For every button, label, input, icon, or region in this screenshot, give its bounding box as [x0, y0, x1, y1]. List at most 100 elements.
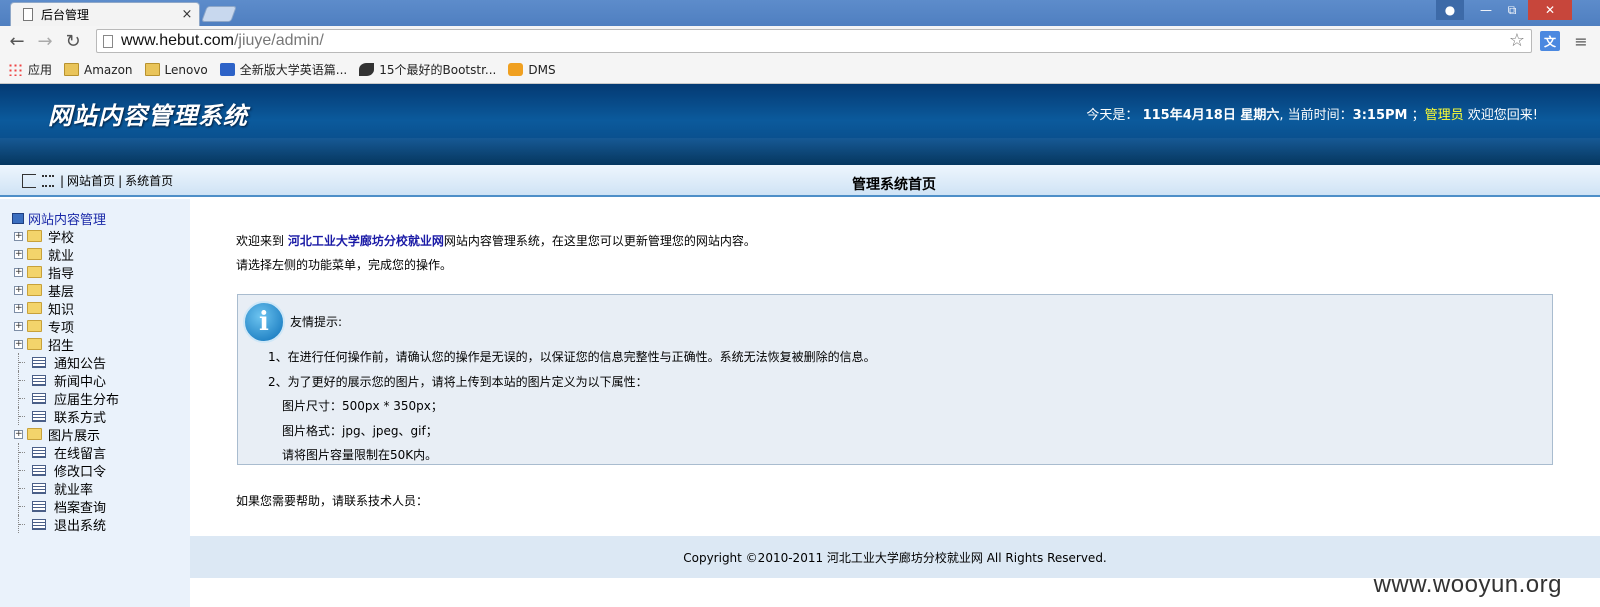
tree-line	[18, 443, 28, 461]
copyright-text: Copyright ©2010-2011 河北工业大学廊坊分校就业网 All R…	[683, 550, 1107, 565]
bookmarks-bar: 应用 Amazon Lenovo 全新版大学英语篇... 15个最好的Boots…	[0, 56, 1600, 84]
site-name-link[interactable]: 河北工业大学廊坊分校就业网	[288, 234, 444, 248]
close-icon[interactable]: ×	[179, 7, 195, 22]
expand-icon[interactable]: +	[14, 303, 23, 313]
tree-list: + 学校 + 就业 + 指导 + 基层 + 知识 + 专项 + 招生 通知公告 新闻中心 应届生分布 联系方式 + 图…	[14, 227, 120, 534]
folder-icon	[27, 320, 42, 332]
minimize-button[interactable]: —	[1474, 0, 1498, 20]
intro-prefix: 欢迎来到	[236, 234, 285, 248]
sidebar-item-label: 通知公告	[54, 356, 107, 372]
address-bar[interactable]: www.hebut.com/jiuye/admin/ ☆	[96, 29, 1532, 53]
expand-icon[interactable]: +	[14, 249, 23, 259]
new-tab-button[interactable]	[201, 6, 237, 22]
expand-icon[interactable]: +	[14, 321, 23, 331]
site-title: 网站内容管理系统	[48, 102, 248, 130]
back-icon[interactable]: ←	[6, 30, 28, 52]
sidebar-item[interactable]: + 学校	[14, 227, 119, 246]
list-icon[interactable]	[42, 174, 54, 187]
baidu-paw-icon	[219, 63, 235, 76]
bookmark-amazon[interactable]: Amazon	[64, 63, 133, 77]
tip-lines: 1、在进行任何操作前，请确认您的操作是无误的，以保证您的信息完整性与正确性。系统…	[268, 345, 876, 468]
help-text: 如果您需要帮助，请联系技术人员：	[236, 494, 429, 508]
computer-icon	[12, 213, 24, 224]
sidebar-item[interactable]: + 知识	[14, 299, 119, 318]
folder-icon	[27, 302, 42, 314]
sidebar-item-label: 图片展示	[48, 428, 101, 444]
current-time: 3:15PM	[1352, 108, 1408, 123]
system-home-link[interactable]: 系统首页	[125, 172, 173, 189]
sidebar-item[interactable]: + 就业	[14, 245, 119, 264]
translate-icon[interactable]: 文	[1540, 31, 1560, 51]
sidebar-item[interactable]: + 指导	[14, 263, 119, 282]
document-icon	[32, 356, 46, 368]
sidebar-item[interactable]: 联系方式	[14, 407, 119, 426]
page-icon	[23, 8, 33, 21]
sidebar-item[interactable]: 应届生分布	[14, 389, 120, 408]
expand-icon[interactable]: +	[14, 429, 23, 439]
sidebar: 网站内容管理 + 学校 + 就业 + 指导 + 基层 + 知识 + 专项 + 招生 通知公告 新闻中心 应届生分…	[0, 199, 190, 607]
bookmark-bootstrap[interactable]: 15个最好的Bootstr...	[359, 61, 496, 78]
header-shine	[0, 138, 1600, 165]
intro-line-2: 请选择左侧的功能菜单，完成您的操作。	[236, 258, 453, 272]
bookmark-label: Amazon	[84, 62, 133, 77]
sidebar-item-label: 招生	[48, 338, 75, 354]
page-title: 管理系统首页	[852, 177, 936, 193]
dms-icon	[508, 63, 524, 76]
sidebar-item-label: 新闻中心	[54, 374, 107, 390]
sidebar-item-label: 学校	[48, 230, 75, 246]
folder-icon	[27, 230, 42, 242]
home-link[interactable]: 网站首页	[67, 172, 115, 189]
sidebar-item[interactable]: 通知公告	[14, 353, 119, 372]
bookmark-label: 应用	[28, 63, 53, 77]
document-icon	[32, 500, 46, 512]
time-label: , 当前时间：	[1279, 108, 1353, 123]
browser-toolbar: ← → ↻ www.hebut.com/jiuye/admin/ ☆ 文 ≡	[0, 26, 1600, 56]
sidebar-item[interactable]: 新闻中心	[14, 371, 119, 390]
bookmark-dms[interactable]: DMS	[508, 63, 556, 77]
sidebar-item-label: 专项	[48, 320, 75, 336]
sidebar-item-label: 就业率	[54, 482, 94, 498]
bookmark-lenovo[interactable]: Lenovo	[144, 63, 208, 77]
user-icon[interactable]: ●	[1436, 0, 1464, 20]
expand-icon[interactable]: +	[14, 285, 23, 295]
expand-icon[interactable]: +	[14, 231, 23, 241]
breadcrumb-bar: | 网站首页 | 系统首页 管理系统首页	[0, 165, 1600, 197]
tree-toggle-icon[interactable]	[22, 173, 36, 188]
reload-icon[interactable]: ↻	[62, 30, 84, 52]
info-icon: i	[243, 301, 285, 343]
tree-root[interactable]: 网站内容管理	[12, 209, 106, 228]
current-date: 115年4月18日 星期六	[1142, 108, 1280, 123]
sidebar-item[interactable]: 退出系统	[14, 515, 119, 534]
page-icon	[103, 34, 113, 48]
site-header: 网站内容管理系统 今天是： 115年4月18日 星期六, 当前时间：3:15PM…	[0, 84, 1600, 165]
url-host: www.hebut.com	[121, 32, 234, 49]
tip-image-format: 图片格式：jpg、jpeg、gif；	[282, 423, 438, 438]
maximize-button[interactable]: ⧉	[1500, 0, 1524, 20]
document-icon	[32, 392, 46, 404]
tree-root-label: 网站内容管理	[28, 213, 107, 228]
bookmark-apps[interactable]: 应用	[8, 61, 52, 78]
sidebar-item[interactable]: 在线留言	[14, 443, 119, 462]
bookmark-english[interactable]: 全新版大学英语篇...	[219, 61, 347, 78]
sidebar-item[interactable]: 修改口令	[14, 461, 119, 480]
menu-icon[interactable]: ≡	[1572, 32, 1590, 51]
close-window-button[interactable]: ✕	[1528, 0, 1572, 20]
sidebar-item[interactable]: + 专项	[14, 317, 119, 336]
folder-icon	[27, 338, 42, 350]
document-icon	[32, 410, 46, 422]
expand-icon[interactable]: +	[14, 267, 23, 277]
sidebar-item[interactable]: + 招生	[14, 335, 119, 354]
tip-image-size: 图片尺寸：500px * 350px；	[282, 399, 443, 413]
sidebar-item[interactable]: 档案查询	[14, 497, 119, 516]
forward-icon[interactable]: →	[34, 30, 56, 52]
sidebar-item-label: 指导	[48, 266, 75, 282]
sidebar-item[interactable]: 就业率	[14, 479, 119, 498]
welcome-text: 欢迎您回来!	[1467, 108, 1538, 123]
sidebar-item-label: 应届生分布	[54, 392, 120, 408]
sidebar-item-label: 在线留言	[54, 446, 107, 462]
bookmark-star-icon[interactable]: ☆	[1509, 30, 1525, 51]
expand-icon[interactable]: +	[14, 339, 23, 349]
browser-tab[interactable]: 后台管理 ×	[10, 2, 200, 26]
sidebar-item[interactable]: + 基层	[14, 281, 119, 300]
sidebar-item[interactable]: + 图片展示	[14, 425, 119, 444]
